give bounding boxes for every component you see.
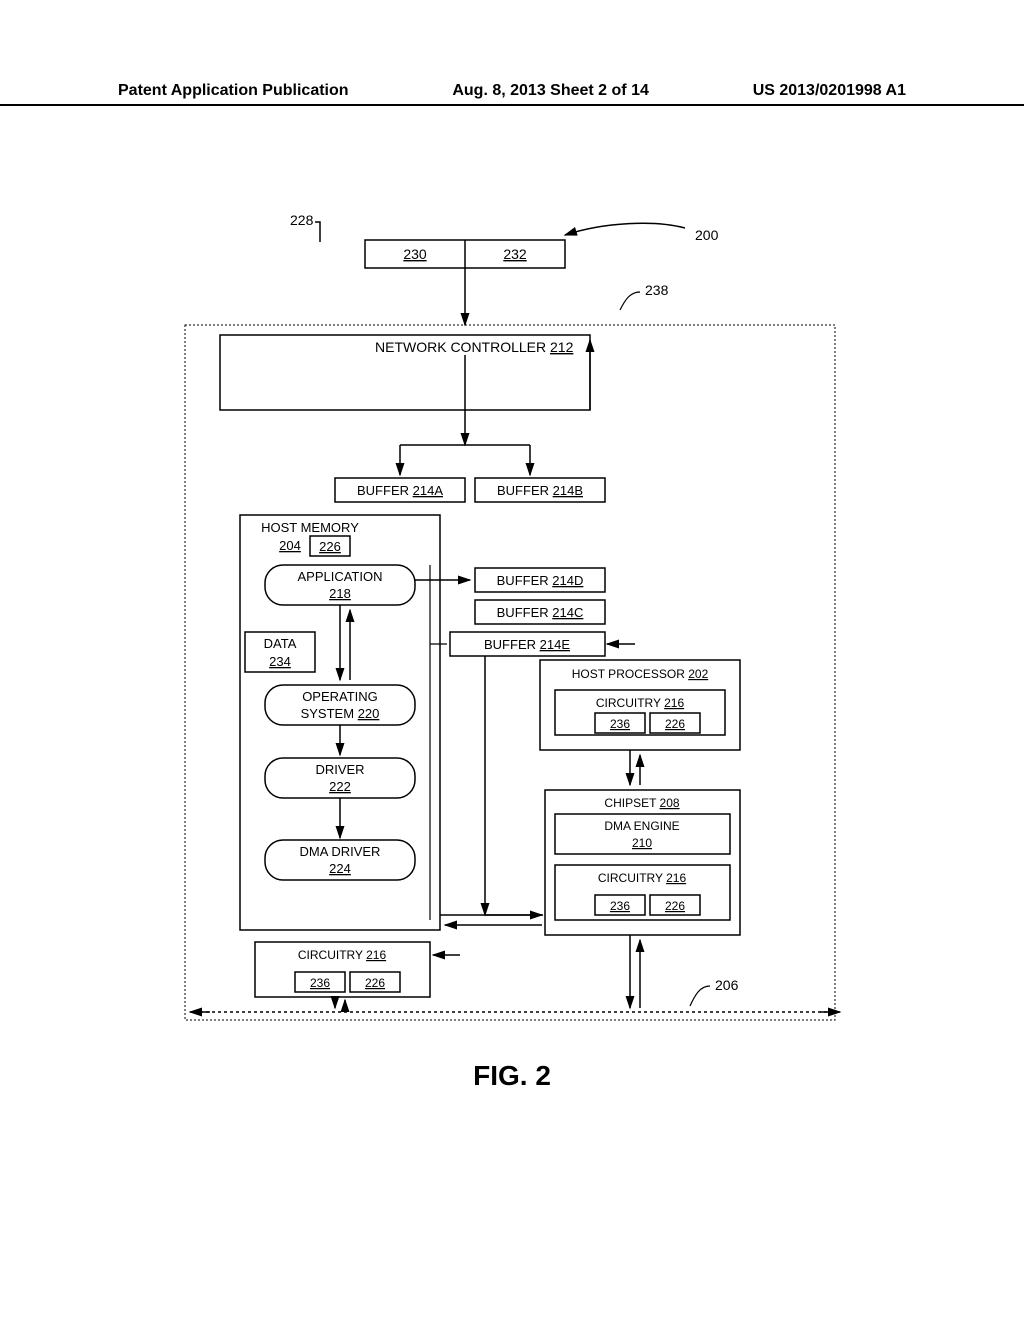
svg-text:DMA DRIVER: DMA DRIVER <box>300 844 381 859</box>
svg-text:236: 236 <box>310 976 330 990</box>
svg-text:BUFFER 214C: BUFFER 214C <box>497 605 584 620</box>
svg-text:226: 226 <box>365 976 385 990</box>
svg-text:HOST PROCESSOR 202: HOST PROCESSOR 202 <box>572 667 709 681</box>
svg-text:226: 226 <box>665 899 685 913</box>
label-238: 238 <box>645 282 669 298</box>
svg-text:218: 218 <box>329 586 351 601</box>
svg-text:DMA ENGINE: DMA ENGINE <box>604 819 679 833</box>
svg-text:226: 226 <box>319 539 341 554</box>
svg-text:CIRCUITRY 216: CIRCUITRY 216 <box>596 696 685 710</box>
svg-text:BUFFER 214E: BUFFER 214E <box>484 637 570 652</box>
label-200: 200 <box>695 227 719 243</box>
svg-text:210: 210 <box>632 836 652 850</box>
svg-text:DRIVER: DRIVER <box>315 762 364 777</box>
label-232: 232 <box>503 246 527 262</box>
svg-text:236: 236 <box>610 717 630 731</box>
figure-label: FIG. 2 <box>0 1060 1024 1092</box>
page-header: Patent Application Publication Aug. 8, 2… <box>0 82 1024 106</box>
svg-text:OPERATING: OPERATING <box>302 689 378 704</box>
svg-text:BUFFER 214B: BUFFER 214B <box>497 483 583 498</box>
svg-text:DATA: DATA <box>264 636 297 651</box>
svg-text:234: 234 <box>269 654 291 669</box>
svg-text:BUFFER 214A: BUFFER 214A <box>357 483 443 498</box>
nc-label: NETWORK CONTROLLER 212 <box>375 339 574 355</box>
host-memory-label: HOST MEMORY <box>261 520 359 535</box>
svg-text:BUFFER 214D: BUFFER 214D <box>497 573 584 588</box>
svg-text:236: 236 <box>610 899 630 913</box>
svg-text:APPLICATION: APPLICATION <box>297 569 382 584</box>
label-206: 206 <box>715 977 739 993</box>
label-228: 228 <box>290 212 314 228</box>
svg-text:226: 226 <box>665 717 685 731</box>
header-center: Aug. 8, 2013 Sheet 2 of 14 <box>452 82 649 100</box>
header-left: Patent Application Publication <box>118 82 349 100</box>
svg-text:204: 204 <box>279 538 301 553</box>
svg-text:CIRCUITRY 216: CIRCUITRY 216 <box>598 871 687 885</box>
svg-text:224: 224 <box>329 861 351 876</box>
svg-text:CIRCUITRY 216: CIRCUITRY 216 <box>298 948 387 962</box>
label-230: 230 <box>403 246 427 262</box>
svg-text:222: 222 <box>329 779 351 794</box>
figure-diagram: 228 200 230 232 238 NETWORK CONTROLLER 2… <box>175 200 865 1060</box>
header-right: US 2013/0201998 A1 <box>753 82 906 100</box>
svg-text:SYSTEM 220: SYSTEM 220 <box>301 706 380 721</box>
svg-text:CHIPSET 208: CHIPSET 208 <box>604 796 679 810</box>
